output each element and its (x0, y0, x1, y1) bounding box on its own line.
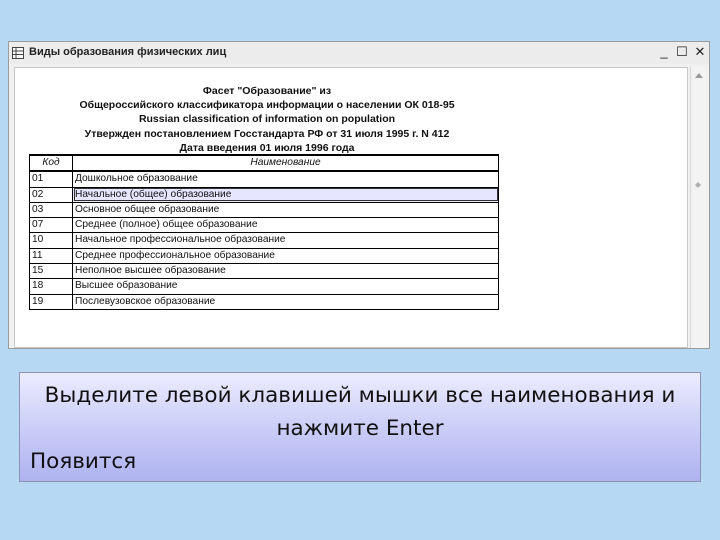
title-bar[interactable]: Виды образования физических лиц _ ☐ ✕ (9, 42, 709, 64)
instruction-line: нажмите Enter (276, 416, 444, 441)
code-cell[interactable]: 10 (29, 232, 73, 249)
code-cell[interactable]: 11 (29, 247, 73, 265)
table-header-row: Код Наименование (29, 153, 499, 173)
instruction-line: Появится (30, 449, 137, 474)
maximize-button[interactable]: ☐ (675, 45, 689, 59)
table-row[interactable]: 18 Высшее образование (29, 278, 499, 295)
table-row[interactable]: 02 Начальное (общее) образование (29, 186, 499, 203)
classifier-table: Код Наименование 01 Дошкольное образовани… (29, 153, 499, 310)
name-cell[interactable]: Среднее (полное) общее образование (72, 217, 499, 234)
table-row[interactable]: 07 Среднее (полное) общее образование (29, 217, 499, 234)
table-row[interactable]: 10 Начальное профессиональное образование (29, 232, 499, 249)
minimize-button[interactable]: _ (657, 45, 671, 59)
table-row[interactable]: 15 Неполное высшее образование (29, 263, 499, 280)
name-cell[interactable]: Начальное (общее) образование (72, 186, 499, 203)
name-cell[interactable]: Неполное высшее образование (72, 263, 499, 280)
instruction-line: Выделите левой клавишей мышки все наимен… (44, 383, 676, 408)
code-cell[interactable]: 03 (29, 201, 73, 219)
code-cell[interactable]: 19 (29, 293, 73, 310)
classifier-window: Виды образования физических лиц _ ☐ ✕ Фа… (8, 41, 710, 349)
header-line: Фасет "Образование" из (202, 85, 332, 97)
code-cell[interactable]: 15 (29, 263, 73, 280)
name-cell[interactable]: Высшее образование (72, 278, 499, 295)
close-button[interactable]: ✕ (693, 45, 707, 59)
name-cell[interactable]: Дошкольное образование (72, 170, 499, 188)
name-cell[interactable]: Послевузовское образование (72, 293, 499, 310)
code-cell[interactable]: 01 (29, 170, 73, 188)
header-line: Дата введения 01 июля 1996 года (179, 141, 355, 154)
document-header: Фасет "Образование" из Общероссийского к… (27, 84, 507, 155)
code-cell[interactable]: 02 (29, 186, 73, 203)
window-title: Виды образования физических лиц (29, 46, 227, 58)
code-cell[interactable]: 07 (29, 217, 73, 234)
table-icon (12, 47, 24, 59)
vertical-scrollbar[interactable] (690, 67, 706, 348)
table-row[interactable]: 03 Основное общее образование (29, 201, 499, 219)
table-row[interactable]: 19 Послевузовское образование (29, 293, 499, 310)
instruction-box: Выделите левой клавишей мышки все наимен… (19, 372, 701, 482)
document-area[interactable]: Фасет "Образование" из Общероссийского к… (14, 67, 688, 348)
scroll-up-arrow-icon[interactable] (691, 68, 707, 84)
header-line: Утвержден постановлением Госстандарта РФ… (84, 127, 450, 140)
code-cell[interactable]: 18 (29, 278, 73, 295)
table-row[interactable]: 01 Дошкольное образование (29, 170, 499, 188)
name-cell[interactable]: Среднее профессиональное образование (72, 247, 499, 265)
table-row[interactable]: 11 Среднее профессиональное образование (29, 247, 499, 265)
column-header-code[interactable]: Код (29, 153, 73, 173)
name-cell[interactable]: Начальное профессиональное образование (72, 232, 499, 249)
column-header-name[interactable]: Наименование (72, 153, 499, 173)
header-line: Russian classification of information on… (138, 113, 396, 126)
scroll-grip-icon[interactable] (695, 182, 701, 188)
header-line: Общероссийского классификатора информаци… (79, 99, 455, 112)
name-cell[interactable]: Основное общее образование (72, 201, 499, 219)
